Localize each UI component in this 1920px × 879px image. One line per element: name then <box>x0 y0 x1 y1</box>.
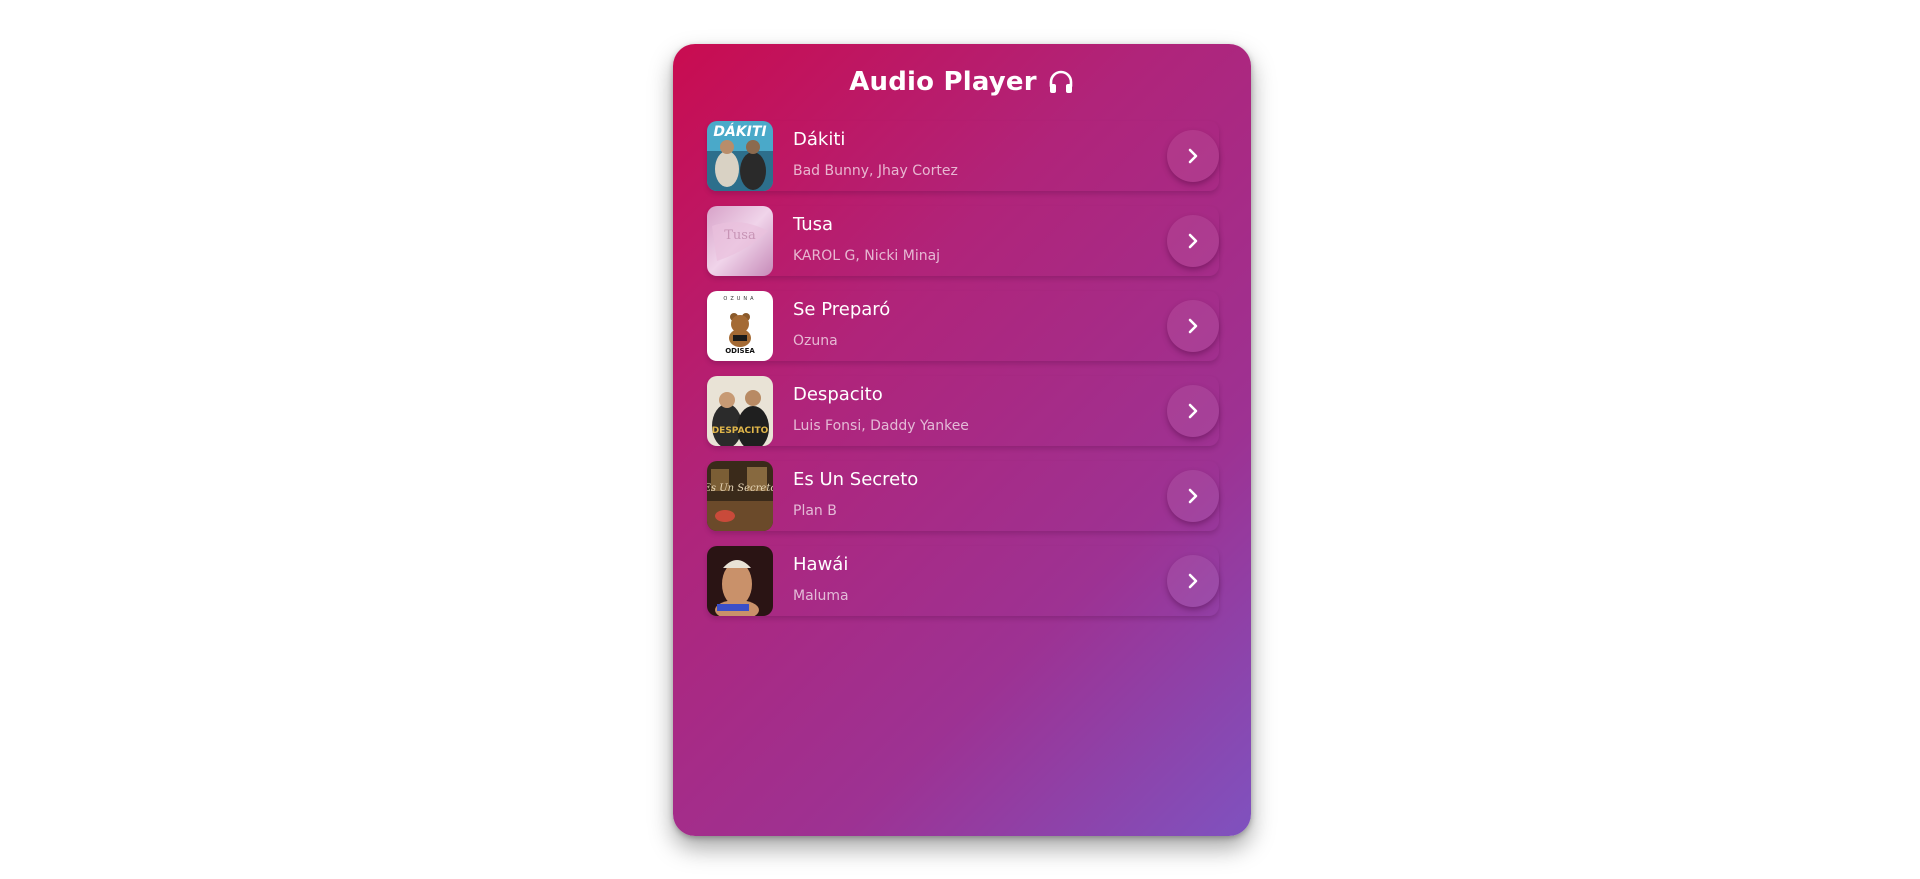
list-item[interactable]: Tusa Tusa KAROL G, Nicki Minaj <box>707 206 1219 276</box>
album-cover <box>707 546 773 616</box>
chevron-right-icon <box>1188 403 1198 419</box>
track-title: Se Preparó <box>793 299 891 320</box>
svg-text:DESPACITO: DESPACITO <box>712 426 769 436</box>
page-title: Audio Player <box>849 67 1037 97</box>
chevron-right-icon <box>1188 573 1198 589</box>
svg-text:Tusa: Tusa <box>724 228 756 243</box>
audio-player-card: Audio Player DÁKITI Dákiti Bad Bunny, Jh… <box>673 44 1251 836</box>
track-list: DÁKITI Dákiti Bad Bunny, Jhay Cortez Tus… <box>707 121 1219 631</box>
svg-text:OZUNA: OZUNA <box>723 296 756 302</box>
chevron-right-icon <box>1188 148 1198 164</box>
next-button[interactable] <box>1167 215 1219 267</box>
track-artist: Maluma <box>793 588 849 604</box>
list-item[interactable]: Es Un Secreto Es Un Secreto Plan B <box>707 461 1219 531</box>
track-title: Hawái <box>793 554 849 575</box>
next-button[interactable] <box>1167 470 1219 522</box>
chevron-right-icon <box>1188 318 1198 334</box>
album-cover: Es Un Secreto <box>707 461 773 531</box>
track-artist: Bad Bunny, Jhay Cortez <box>793 163 958 179</box>
svg-text:ODISEA: ODISEA <box>725 347 755 355</box>
album-cover: Tusa <box>707 206 773 276</box>
next-button[interactable] <box>1167 300 1219 352</box>
album-cover: DESPACITO <box>707 376 773 446</box>
track-title: Despacito <box>793 384 883 405</box>
track-title: Dákiti <box>793 129 846 150</box>
list-item[interactable]: OZUNA ODISEA Se Preparó Ozuna <box>707 291 1219 361</box>
list-item[interactable]: Hawái Maluma <box>707 546 1219 616</box>
track-artist: Luis Fonsi, Daddy Yankee <box>793 418 969 434</box>
track-artist: KAROL G, Nicki Minaj <box>793 248 941 264</box>
chevron-right-icon <box>1188 488 1198 504</box>
track-title: Tusa <box>793 214 834 235</box>
next-button[interactable] <box>1167 130 1219 182</box>
headphones-icon <box>1047 68 1075 96</box>
album-cover: DÁKITI <box>707 121 773 191</box>
track-artist: Plan B <box>793 503 837 519</box>
chevron-right-icon <box>1188 233 1198 249</box>
track-artist: Ozuna <box>793 333 838 349</box>
svg-text:Es Un Secreto: Es Un Secreto <box>707 483 773 494</box>
album-cover: OZUNA ODISEA <box>707 291 773 361</box>
next-button[interactable] <box>1167 555 1219 607</box>
list-item[interactable]: DESPACITO Despacito Luis Fonsi, Daddy Ya… <box>707 376 1219 446</box>
list-item[interactable]: DÁKITI Dákiti Bad Bunny, Jhay Cortez <box>707 121 1219 191</box>
next-button[interactable] <box>1167 385 1219 437</box>
track-title: Es Un Secreto <box>793 469 919 490</box>
header: Audio Player <box>673 62 1251 102</box>
svg-text:DÁKITI: DÁKITI <box>713 123 766 140</box>
